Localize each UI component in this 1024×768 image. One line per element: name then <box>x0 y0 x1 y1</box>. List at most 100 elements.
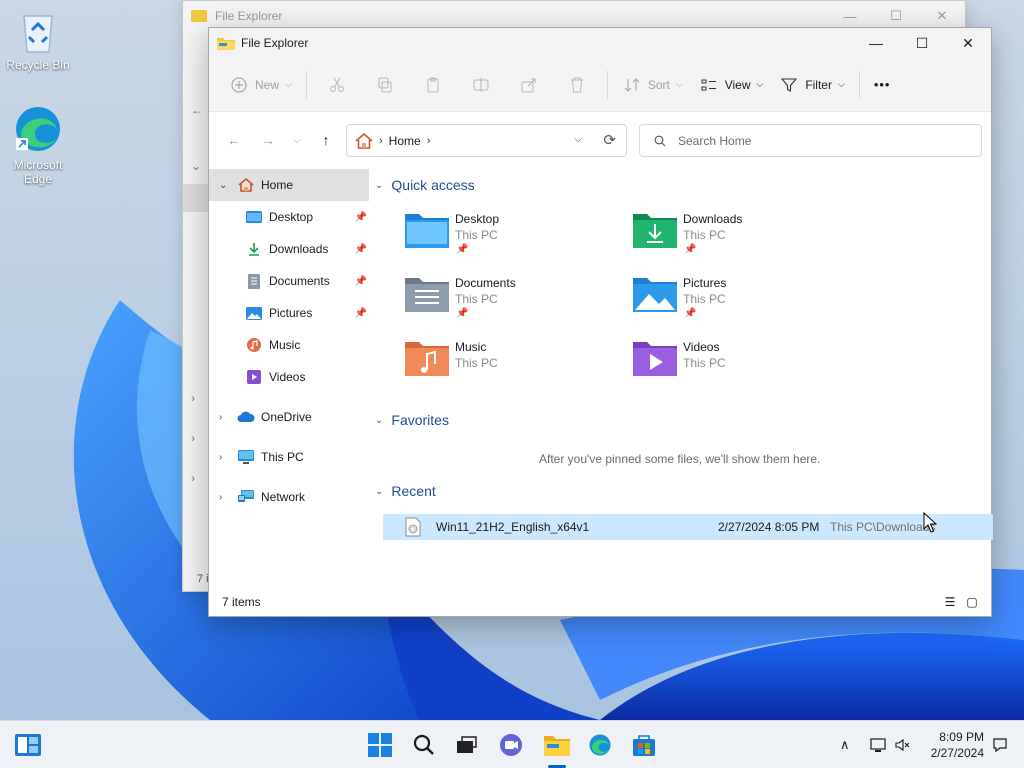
quick-access-pictures[interactable]: Pictures This PC 📌 <box>633 274 853 330</box>
chevron-right-icon[interactable]: › <box>219 452 222 463</box>
chevron-down-icon[interactable]: ⌄ <box>375 415 383 426</box>
scissors-icon <box>329 77 344 92</box>
minimize-button[interactable]: — <box>853 28 899 58</box>
nav-item-onedrive[interactable]: › OneDrive <box>209 401 369 433</box>
chevron-down-icon[interactable]: ⌄ <box>191 159 201 173</box>
nav-item-pictures[interactable]: Pictures 📌 <box>209 297 369 329</box>
view-button[interactable]: View ⌵ <box>691 69 772 101</box>
chevron-right-icon[interactable]: › <box>191 391 195 405</box>
nav-item-videos[interactable]: Videos <box>209 361 369 393</box>
copy-button[interactable] <box>361 69 409 101</box>
quick-access-downloads[interactable]: Downloads This PC 📌 <box>633 210 853 266</box>
cut-button[interactable] <box>313 69 361 101</box>
search-icon <box>654 135 666 146</box>
quick-access-videos[interactable]: Videos This PC <box>633 338 853 394</box>
desktop-icon-edge[interactable]: Microsoft Edge <box>2 104 74 186</box>
breadcrumb-separator-icon: › <box>379 134 383 147</box>
favorites-empty-note: After you've pinned some files, we'll sh… <box>539 452 821 466</box>
back-selected-row <box>183 184 209 212</box>
back-window-side: ← ⌄ › › › <box>183 31 209 591</box>
nav-item-network[interactable]: › Network <box>209 481 369 513</box>
forward-button[interactable]: → <box>251 124 285 156</box>
chevron-down-icon[interactable]: ⌄ <box>219 180 227 191</box>
new-button[interactable]: New ⌵ <box>221 69 300 101</box>
edge-icon <box>589 734 611 756</box>
desktop-folder-icon <box>245 209 263 225</box>
quick-access-music[interactable]: Music This PC <box>405 338 625 394</box>
desktop-icon-recycle-bin[interactable]: Recycle Bin <box>2 8 74 72</box>
recycle-bin-icon <box>23 15 53 53</box>
item-location: This PC <box>683 228 726 242</box>
more-options-button[interactable]: ••• <box>866 69 899 101</box>
window-titlebar[interactable]: File Explorer — ☐ ✕ <box>209 28 991 58</box>
breadcrumb-home[interactable]: Home <box>389 134 421 148</box>
chevron-right-icon[interactable]: › <box>219 412 222 423</box>
table-row[interactable]: Win11_21H2_English_x64v1 2/27/2024 8:05 … <box>383 514 993 540</box>
recent-locations-button[interactable]: ⌵ <box>285 124 309 156</box>
nav-item-music[interactable]: Music <box>209 329 369 361</box>
item-name: Videos <box>683 340 720 354</box>
pin-icon: 📌 <box>354 275 367 287</box>
volume-muted-icon[interactable] <box>894 737 910 753</box>
delete-button[interactable] <box>553 69 601 101</box>
clock[interactable]: 8:09 PM 2/27/2024 <box>931 729 984 761</box>
nav-item-label: OneDrive <box>261 410 312 424</box>
close-button[interactable]: ✕ <box>945 28 991 58</box>
file-explorer-taskbar-button[interactable] <box>541 731 573 759</box>
item-name: Music <box>455 340 487 354</box>
favorites-header[interactable]: ⌄ Favorites <box>375 412 449 428</box>
details-view-icon[interactable]: ☰ <box>939 594 961 610</box>
view-list-icon <box>699 75 719 95</box>
nav-item-home[interactable]: ⌄ Home <box>209 169 369 201</box>
widgets-button[interactable] <box>14 731 42 759</box>
tiles-view-icon[interactable]: ▢ <box>961 594 983 610</box>
store-taskbar-button[interactable] <box>630 731 658 759</box>
nav-item-documents[interactable]: Documents 📌 <box>209 265 369 297</box>
notifications-button[interactable] <box>986 731 1014 759</box>
chat-button[interactable] <box>497 731 525 759</box>
refresh-icon[interactable]: ⟳ <box>603 131 616 149</box>
back-arrow-icon[interactable]: ← <box>191 103 203 117</box>
quick-access-header[interactable]: ⌄ Quick access <box>375 177 475 193</box>
file-explorer-window[interactable]: File Explorer — ☐ ✕ New ⌵ Sort ⌵ View ⌵ … <box>208 27 993 617</box>
recent-header[interactable]: ⌄ Recent <box>375 483 436 499</box>
rename-icon <box>473 77 489 92</box>
address-dropdown-icon[interactable]: ⌵ <box>574 134 582 145</box>
item-location: This PC <box>455 228 498 242</box>
pin-icon: 📌 <box>354 243 367 255</box>
cloud-icon <box>237 409 255 425</box>
search-button[interactable] <box>410 731 438 759</box>
show-hidden-icons-chevron-icon[interactable]: ∧ <box>840 737 860 753</box>
chevron-right-icon[interactable]: › <box>191 431 195 445</box>
paste-button[interactable] <box>409 69 457 101</box>
downloads-folder-icon <box>633 214 677 248</box>
plus-circle-icon <box>229 75 249 95</box>
up-button[interactable]: ↑ <box>309 124 343 156</box>
start-button[interactable] <box>366 731 394 759</box>
nav-item-thispc[interactable]: › This PC <box>209 441 369 473</box>
quick-access-desktop[interactable]: Desktop This PC 📌 <box>405 210 625 266</box>
task-view-button[interactable] <box>453 731 481 759</box>
chevron-right-icon[interactable]: › <box>219 492 222 503</box>
item-location: This PC <box>455 292 498 306</box>
nav-item-downloads[interactable]: Downloads 📌 <box>209 233 369 265</box>
edge-taskbar-button[interactable] <box>586 731 614 759</box>
back-button[interactable]: ← <box>217 124 251 156</box>
share-button[interactable] <box>505 69 553 101</box>
search-input[interactable]: Search Home <box>678 134 751 148</box>
breadcrumb-separator-icon[interactable]: › <box>427 135 431 147</box>
sort-button[interactable]: Sort ⌵ <box>614 69 691 101</box>
recent-file-name: Win11_21H2_English_x64v1 <box>436 520 590 534</box>
chevron-down-icon[interactable]: ⌄ <box>375 486 383 497</box>
filter-button[interactable]: Filter ⌵ <box>771 69 853 101</box>
desktop-icon-label: Microsoft Edge <box>13 158 63 186</box>
rename-button[interactable] <box>457 69 505 101</box>
search-box[interactable]: Search Home <box>639 124 982 157</box>
chevron-right-icon[interactable]: › <box>191 471 195 485</box>
nav-item-desktop[interactable]: Desktop 📌 <box>209 201 369 233</box>
quick-access-documents[interactable]: Documents This PC 📌 <box>405 274 625 330</box>
address-bar[interactable]: › Home › ⌵ ⟳ <box>346 124 627 157</box>
maximize-button[interactable]: ☐ <box>899 28 945 58</box>
network-status-icon[interactable] <box>870 737 888 753</box>
chevron-down-icon[interactable]: ⌄ <box>375 180 383 191</box>
